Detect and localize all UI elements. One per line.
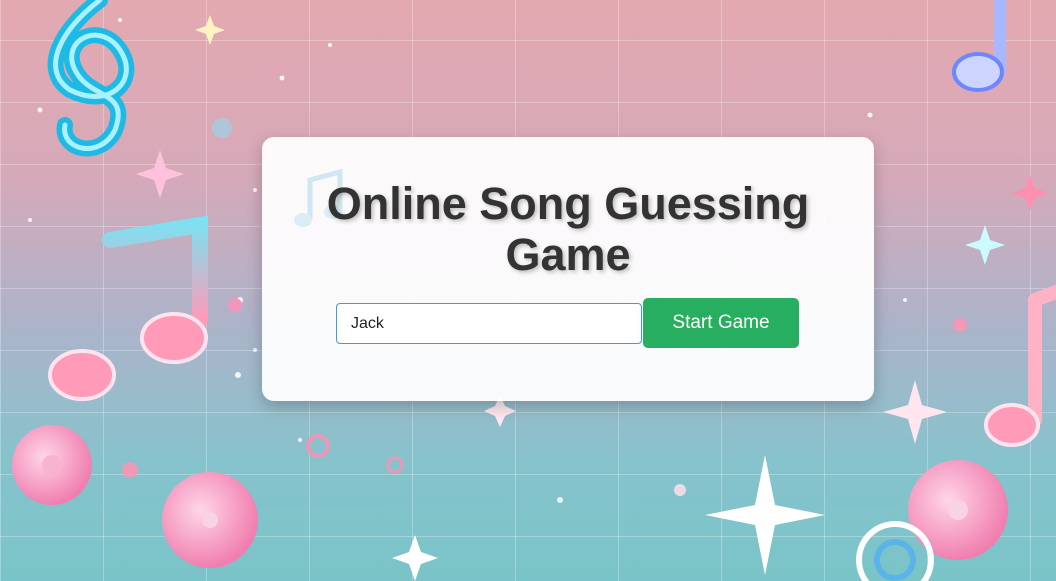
disc-icon: [162, 472, 258, 568]
music-note-icon: [48, 215, 208, 401]
disc-icon: [856, 521, 934, 581]
player-name-input[interactable]: [336, 303, 642, 344]
disc-icon: [908, 460, 1008, 560]
page-title: Online Song Guessing Game: [326, 178, 810, 280]
music-note-icon: [952, 0, 1006, 92]
treble-clef-icon: [47, 0, 135, 157]
disc-icon: [12, 425, 92, 505]
music-note-icon: [984, 285, 1056, 447]
start-game-button[interactable]: Start Game: [643, 298, 799, 348]
